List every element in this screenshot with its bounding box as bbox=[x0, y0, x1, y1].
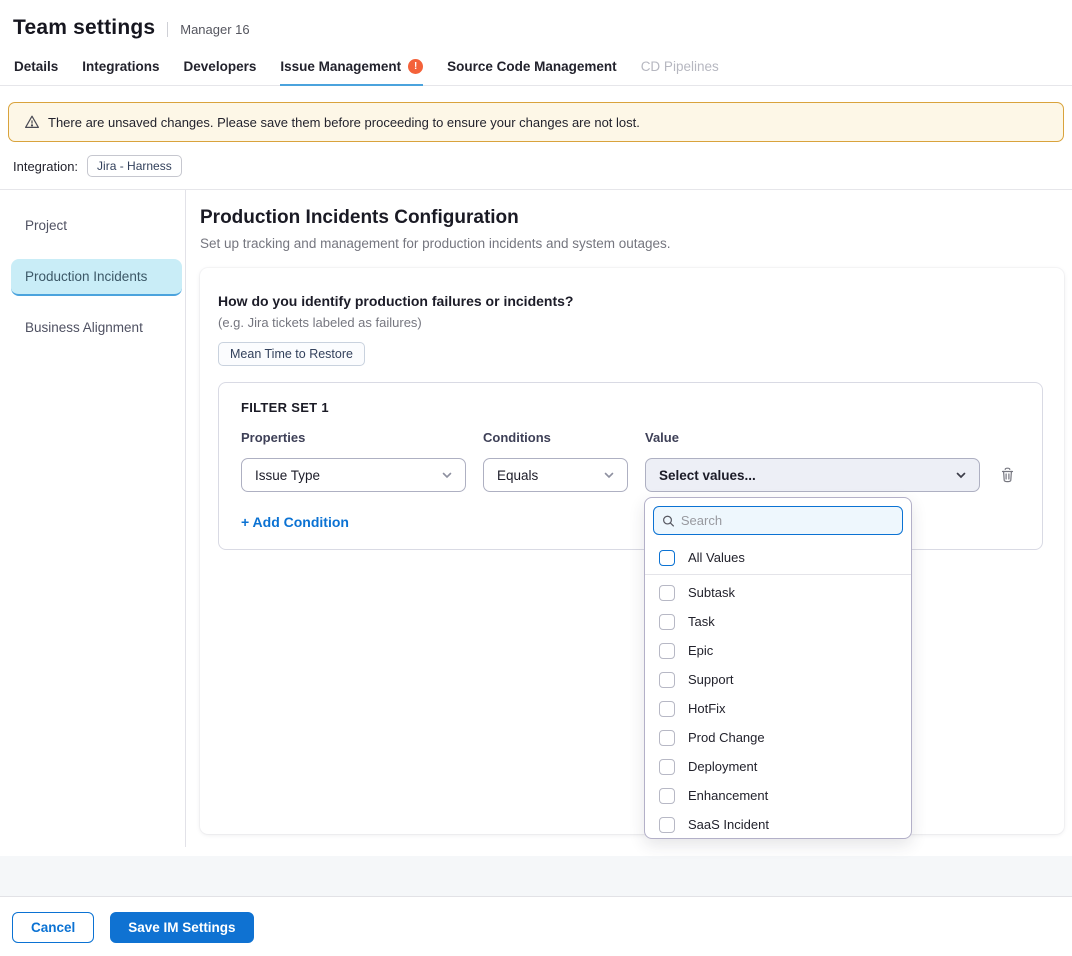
checkbox-icon[interactable] bbox=[659, 817, 675, 833]
checkbox-icon[interactable] bbox=[659, 643, 675, 659]
warning-triangle-icon bbox=[24, 114, 40, 130]
value-select[interactable]: Select values... bbox=[645, 458, 980, 492]
delete-filter-button[interactable] bbox=[997, 464, 1021, 486]
value-select-wrap: Select values... All Values bbox=[645, 458, 980, 492]
integration-chip[interactable]: Jira - Harness bbox=[87, 155, 182, 177]
dropdown-search-input[interactable] bbox=[681, 513, 894, 528]
chevron-down-icon bbox=[441, 469, 453, 481]
filter-set-title: FILTER SET 1 bbox=[241, 400, 1022, 415]
chevron-down-icon bbox=[603, 469, 615, 481]
divider bbox=[645, 574, 911, 575]
sidebar-item-project[interactable]: Project bbox=[11, 208, 182, 245]
checkbox-icon[interactable] bbox=[659, 672, 675, 688]
banner-text: There are unsaved changes. Please save t… bbox=[48, 115, 640, 130]
sidebar-item-business-alignment[interactable]: Business Alignment bbox=[11, 310, 182, 347]
option-row[interactable]: SaaS Incident bbox=[645, 810, 911, 839]
settings-body: Project Production Incidents Business Al… bbox=[0, 190, 1072, 847]
option-row[interactable]: Subtask bbox=[645, 578, 911, 607]
checkbox-icon[interactable] bbox=[659, 614, 675, 630]
trash-icon bbox=[999, 466, 1016, 484]
save-im-settings-button[interactable]: Save IM Settings bbox=[110, 912, 253, 943]
unsaved-changes-banner: There are unsaved changes. Please save t… bbox=[8, 102, 1064, 142]
search-icon bbox=[662, 514, 675, 528]
identify-hint: (e.g. Jira tickets labeled as failures) bbox=[218, 315, 1043, 330]
add-condition-button[interactable]: + Add Condition bbox=[241, 514, 349, 530]
identify-question: How do you identify production failures … bbox=[218, 293, 1043, 309]
checkbox-icon[interactable] bbox=[659, 759, 675, 775]
properties-select[interactable]: Issue Type bbox=[241, 458, 466, 492]
checkbox-icon[interactable] bbox=[659, 585, 675, 601]
footer-actions: Cancel Save IM Settings bbox=[0, 897, 1072, 956]
tab-integrations[interactable]: Integrations bbox=[82, 48, 159, 86]
metric-chip-mean-time-to-restore[interactable]: Mean Time to Restore bbox=[218, 342, 365, 366]
dropdown-search-box bbox=[653, 506, 903, 535]
filter-grid: Properties Conditions Value Issue Type E… bbox=[241, 430, 1022, 492]
page-subtitle: Manager 16 bbox=[167, 22, 249, 37]
section-title: Production Incidents Configuration bbox=[200, 207, 1064, 229]
column-header-properties: Properties bbox=[241, 430, 466, 445]
value-dropdown-panel: All Values Subtask bbox=[644, 497, 912, 839]
checkbox-icon[interactable] bbox=[659, 730, 675, 746]
incidents-config-card: How do you identify production failures … bbox=[200, 268, 1064, 834]
sidebar-item-production-incidents[interactable]: Production Incidents bbox=[11, 259, 182, 296]
column-header-value: Value bbox=[645, 430, 980, 445]
page-title: Team settings bbox=[13, 16, 155, 40]
tab-details[interactable]: Details bbox=[14, 48, 58, 86]
option-row[interactable]: Enhancement bbox=[645, 781, 911, 810]
option-row[interactable]: Task bbox=[645, 607, 911, 636]
conditions-select[interactable]: Equals bbox=[483, 458, 628, 492]
unsaved-changes-badge-icon: ! bbox=[408, 59, 423, 74]
settings-sidebar: Project Production Incidents Business Al… bbox=[0, 190, 186, 847]
integration-label: Integration: bbox=[13, 159, 78, 174]
section-subtitle: Set up tracking and management for produ… bbox=[200, 236, 1064, 251]
option-row[interactable]: Support bbox=[645, 665, 911, 694]
tab-source-code-management[interactable]: Source Code Management bbox=[447, 48, 617, 86]
integration-row: Integration: Jira - Harness bbox=[13, 155, 1058, 177]
option-list: Subtask Task bbox=[645, 578, 911, 839]
checkbox-icon[interactable] bbox=[659, 550, 675, 566]
option-row[interactable]: Deployment bbox=[645, 752, 911, 781]
option-row[interactable]: HotFix bbox=[645, 694, 911, 723]
column-header-conditions: Conditions bbox=[483, 430, 628, 445]
footer-strip bbox=[0, 856, 1072, 897]
cancel-button[interactable]: Cancel bbox=[12, 912, 94, 943]
checkbox-icon[interactable] bbox=[659, 788, 675, 804]
tab-bar: Details Integrations Developers Issue Ma… bbox=[0, 48, 1072, 86]
page-header: Team settings Manager 16 bbox=[0, 0, 1072, 48]
option-all-values[interactable]: All Values bbox=[645, 543, 911, 572]
filter-set-card: FILTER SET 1 Properties Conditions Value… bbox=[218, 382, 1043, 550]
tab-issue-management[interactable]: Issue Management ! bbox=[280, 48, 423, 86]
chevron-down-icon bbox=[955, 469, 967, 481]
option-row[interactable]: Prod Change bbox=[645, 723, 911, 752]
settings-content: Production Incidents Configuration Set u… bbox=[186, 190, 1072, 847]
tab-developers[interactable]: Developers bbox=[184, 48, 257, 86]
option-row[interactable]: Epic bbox=[645, 636, 911, 665]
tab-cd-pipelines: CD Pipelines bbox=[641, 48, 719, 86]
checkbox-icon[interactable] bbox=[659, 701, 675, 717]
